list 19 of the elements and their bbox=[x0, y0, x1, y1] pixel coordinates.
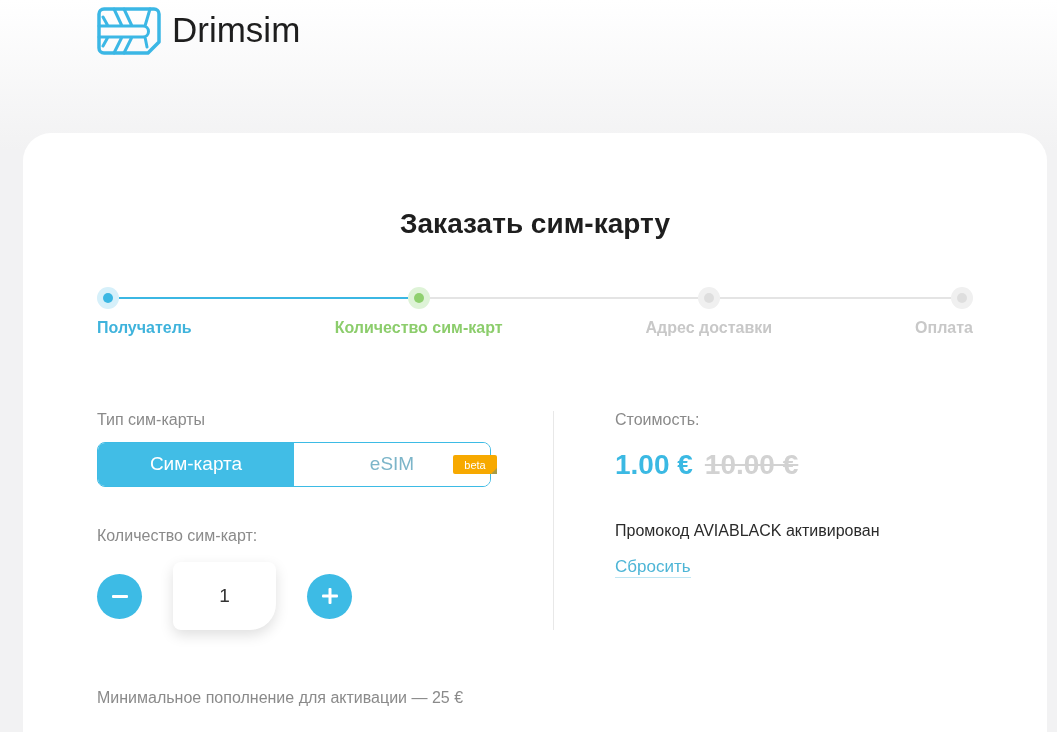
min-topup-note: Минимальное пополнение для активации — 25 € bbox=[97, 689, 465, 707]
step-label: Получатель bbox=[97, 319, 192, 337]
discounted-price: 1.00 € bbox=[615, 448, 693, 482]
sim-type-label: Тип сим-карты bbox=[97, 411, 206, 429]
promo-status-text: Промокод AVIABLACK активирован bbox=[615, 522, 880, 540]
quantity-label: Количество сим-карт: bbox=[97, 527, 259, 545]
sim-type-option[interactable]: Сим-карта bbox=[98, 443, 294, 486]
decrease-button[interactable] bbox=[97, 573, 142, 619]
step-label: Количество сим-карт bbox=[334, 319, 503, 337]
quantity-field[interactable]: 1 bbox=[173, 562, 276, 630]
sim-card-plane-logo-icon bbox=[97, 7, 161, 55]
minus-icon bbox=[111, 594, 128, 598]
beta-badge: beta bbox=[453, 455, 497, 474]
brand-name: Drimsim bbox=[172, 9, 301, 51]
cost-label: Стоимость: bbox=[615, 411, 700, 429]
page-title: Заказать сим-карту bbox=[399, 207, 671, 241]
plus-icon bbox=[321, 588, 338, 604]
reset-link[interactable]: Сбросить bbox=[615, 557, 691, 578]
increase-button[interactable] bbox=[307, 573, 352, 619]
